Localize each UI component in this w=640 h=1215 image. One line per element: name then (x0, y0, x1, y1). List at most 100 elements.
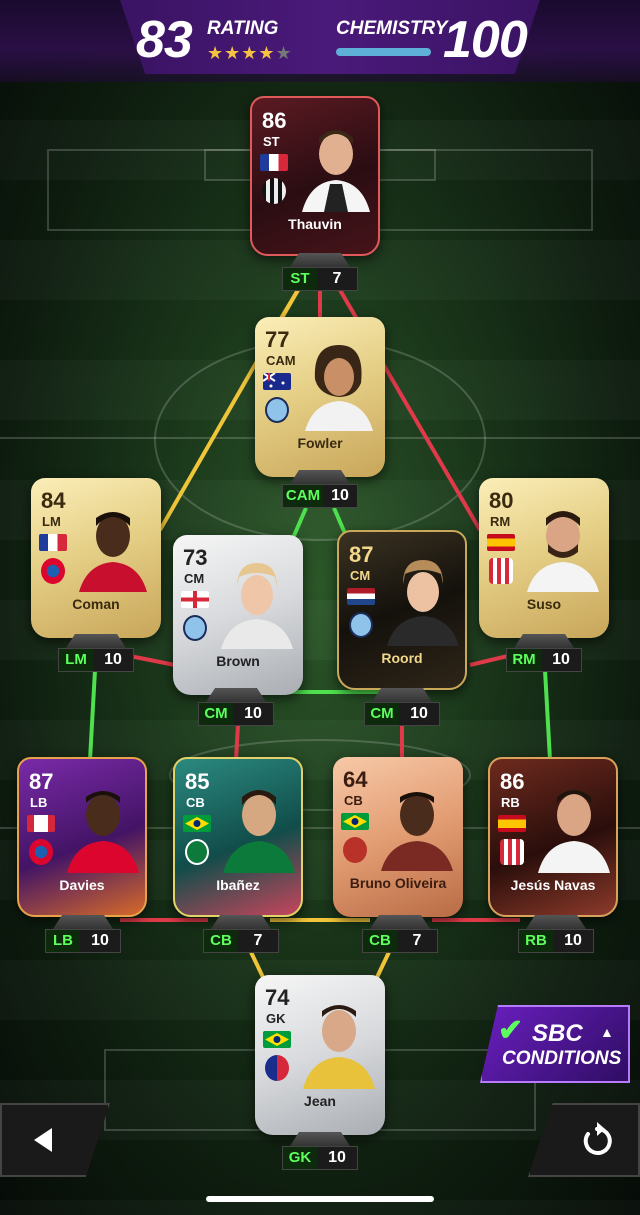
chem-value: 10 (328, 1149, 346, 1166)
card-position: CM (350, 568, 371, 583)
france-flag-icon (260, 154, 288, 171)
chem-badge-cb-right: CB 7 (362, 915, 438, 953)
squad-rating-value: 83 (136, 11, 193, 69)
undo-icon (583, 1122, 612, 1155)
card-position: LM (42, 514, 61, 529)
player-portrait-icon (223, 790, 295, 873)
caret-up-icon: ▲ (600, 1024, 614, 1040)
card-name: Roord (381, 650, 423, 666)
card-rating: 86 (262, 108, 287, 133)
card-position: CB (186, 795, 205, 810)
chem-value: 10 (564, 932, 582, 949)
player-portrait-icon (305, 345, 373, 431)
card-position: GK (266, 1011, 286, 1026)
card-rating: 87 (349, 542, 374, 567)
player-card-lb[interactable]: 87 LB Davies (17, 757, 147, 917)
chem-value: 10 (331, 487, 349, 504)
player-card-cam[interactable]: 77 CAM Fowler (255, 317, 385, 477)
sevilla-crest-icon (489, 558, 513, 584)
star-filled-icons: ★★★★ (207, 43, 276, 63)
brazil-flag-icon (263, 1031, 291, 1048)
player-portrait-icon (221, 563, 293, 649)
home-indicator (206, 1196, 434, 1202)
chem-value: 10 (552, 651, 570, 668)
card-name: Bruno Oliveira (349, 875, 447, 891)
card-rating: 87 (29, 769, 54, 794)
card-position: CB (344, 793, 363, 808)
chemistry-value: 100 (443, 11, 528, 69)
chem-badge-st: ST 7 (282, 253, 358, 291)
card-name: Ibañez (216, 877, 260, 893)
player-card-cb-right[interactable]: 64 CB Bruno Oliveira (333, 757, 463, 917)
chem-badge-cm-left: CM 10 (198, 688, 274, 726)
player-portrait-icon (527, 511, 599, 592)
card-name: Coman (72, 596, 120, 612)
card-rating: 64 (343, 767, 368, 792)
squad-rating-label: RATING (207, 18, 279, 39)
chem-value: 7 (332, 270, 342, 287)
chem-position: CM (365, 703, 399, 725)
man-city-crest-icon (265, 397, 289, 423)
sevilla-crest-icon (500, 839, 524, 865)
chem-value: 10 (104, 651, 122, 668)
club-crest-icon (343, 837, 367, 863)
chem-value: 10 (244, 705, 262, 722)
chem-position: ST (283, 268, 317, 290)
spain-flag-icon (498, 815, 526, 832)
player-card-cb-left[interactable]: 85 CB Ibañez (173, 757, 303, 917)
chem-value: 7 (253, 932, 263, 949)
player-portrait-icon (303, 1005, 375, 1089)
card-rating: 84 (41, 488, 66, 513)
player-portrait-icon (538, 790, 610, 873)
man-city-crest-icon (349, 612, 373, 638)
card-position: ST (263, 134, 280, 149)
card-name: Jean (304, 1093, 336, 1109)
card-name: Jesús Navas (510, 877, 596, 893)
player-card-lm[interactable]: 84 LM Coman (31, 478, 161, 638)
link-cm1-cb1 (234, 724, 240, 761)
bayern-crest-icon (29, 839, 53, 865)
card-name: Fowler (297, 435, 343, 451)
card-rating: 86 (500, 769, 525, 794)
card-position: CAM (266, 353, 296, 368)
chem-position: RM (507, 649, 541, 671)
player-card-cm-left[interactable]: 73 CM Brown (173, 535, 303, 695)
player-card-rm[interactable]: 80 RM Suso (479, 478, 609, 638)
rating-stars: ★★★★★ (207, 43, 293, 64)
chem-badge-rm: RM 10 (506, 634, 582, 672)
card-position: LB (30, 795, 48, 810)
netherlands-flag-icon (347, 588, 375, 605)
link-lm-lb (88, 669, 97, 761)
player-card-st[interactable]: 86 ST Thauvin (250, 96, 380, 256)
card-position: RM (490, 514, 511, 529)
card-rating: 77 (265, 327, 290, 352)
star-empty-icon: ★ (275, 43, 293, 63)
man-city-crest-icon (183, 615, 207, 641)
chem-badge-rb: RB 10 (518, 915, 594, 953)
chem-position: LB (46, 930, 80, 952)
back-arrow-icon (34, 1128, 52, 1152)
player-portrait-icon (381, 792, 453, 871)
player-portrait-icon (67, 791, 139, 873)
sbc-label: SBC (532, 1020, 583, 1047)
chem-value: 10 (91, 932, 109, 949)
player-card-rb[interactable]: 86 RB Jesús Navas (488, 757, 618, 917)
link-rm-rb (543, 669, 552, 761)
chem-badge-lm: LM 10 (58, 634, 134, 672)
player-card-cm-right[interactable]: 87 CM Roord (337, 530, 467, 690)
chem-position: CB (363, 930, 397, 952)
australia-flag-icon (263, 373, 291, 390)
france-flag-icon (39, 534, 67, 551)
card-rating: 85 (185, 769, 210, 794)
chem-position: RB (519, 930, 553, 952)
chem-value: 7 (412, 932, 422, 949)
chemistry-bar (336, 48, 431, 56)
card-name: Thauvin (288, 216, 342, 232)
player-card-gk[interactable]: 74 GK Jean (255, 975, 385, 1135)
chem-position: CM (199, 703, 233, 725)
brazil-flag-icon (341, 813, 369, 830)
card-rating: 73 (183, 545, 208, 570)
card-rating: 74 (265, 985, 290, 1010)
chem-position: LM (59, 649, 93, 671)
check-icon: ✔ (498, 1014, 524, 1047)
